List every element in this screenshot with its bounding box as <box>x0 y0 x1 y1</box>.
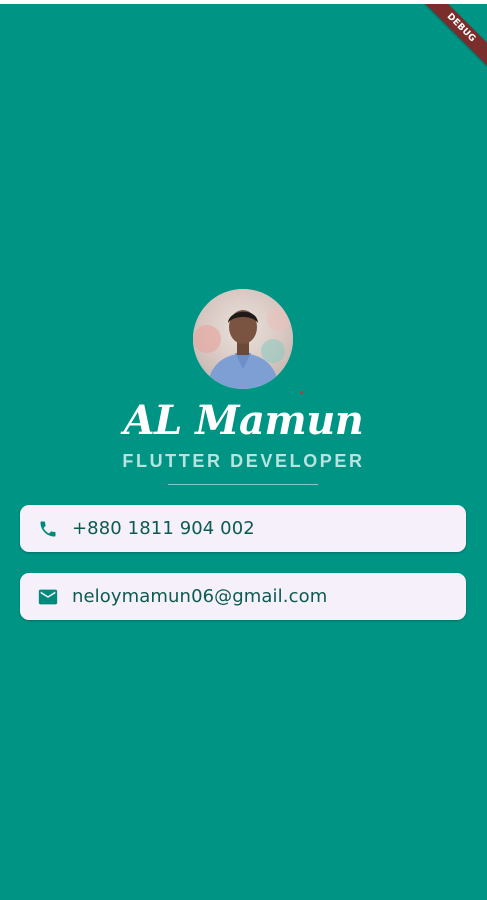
phone-number: +880 1811 904 002 <box>72 518 255 539</box>
profile-name: AL Mamun <box>123 397 364 444</box>
debug-banner: DEBUG <box>421 4 487 68</box>
phone-card[interactable]: +880 1811 904 002 <box>20 505 466 552</box>
app-screen: DEBUG AL Mamun FLUTTER DEVELOPER +880 18… <box>0 4 487 900</box>
email-icon <box>37 586 59 608</box>
email-address: neloymamun06@gmail.com <box>72 586 328 607</box>
avatar-photo <box>193 289 293 389</box>
phone-icon <box>37 518 59 540</box>
avatar <box>193 289 293 389</box>
email-card[interactable]: neloymamun06@gmail.com <box>20 573 466 620</box>
divider <box>168 484 318 485</box>
profile-title: FLUTTER DEVELOPER <box>122 451 365 471</box>
